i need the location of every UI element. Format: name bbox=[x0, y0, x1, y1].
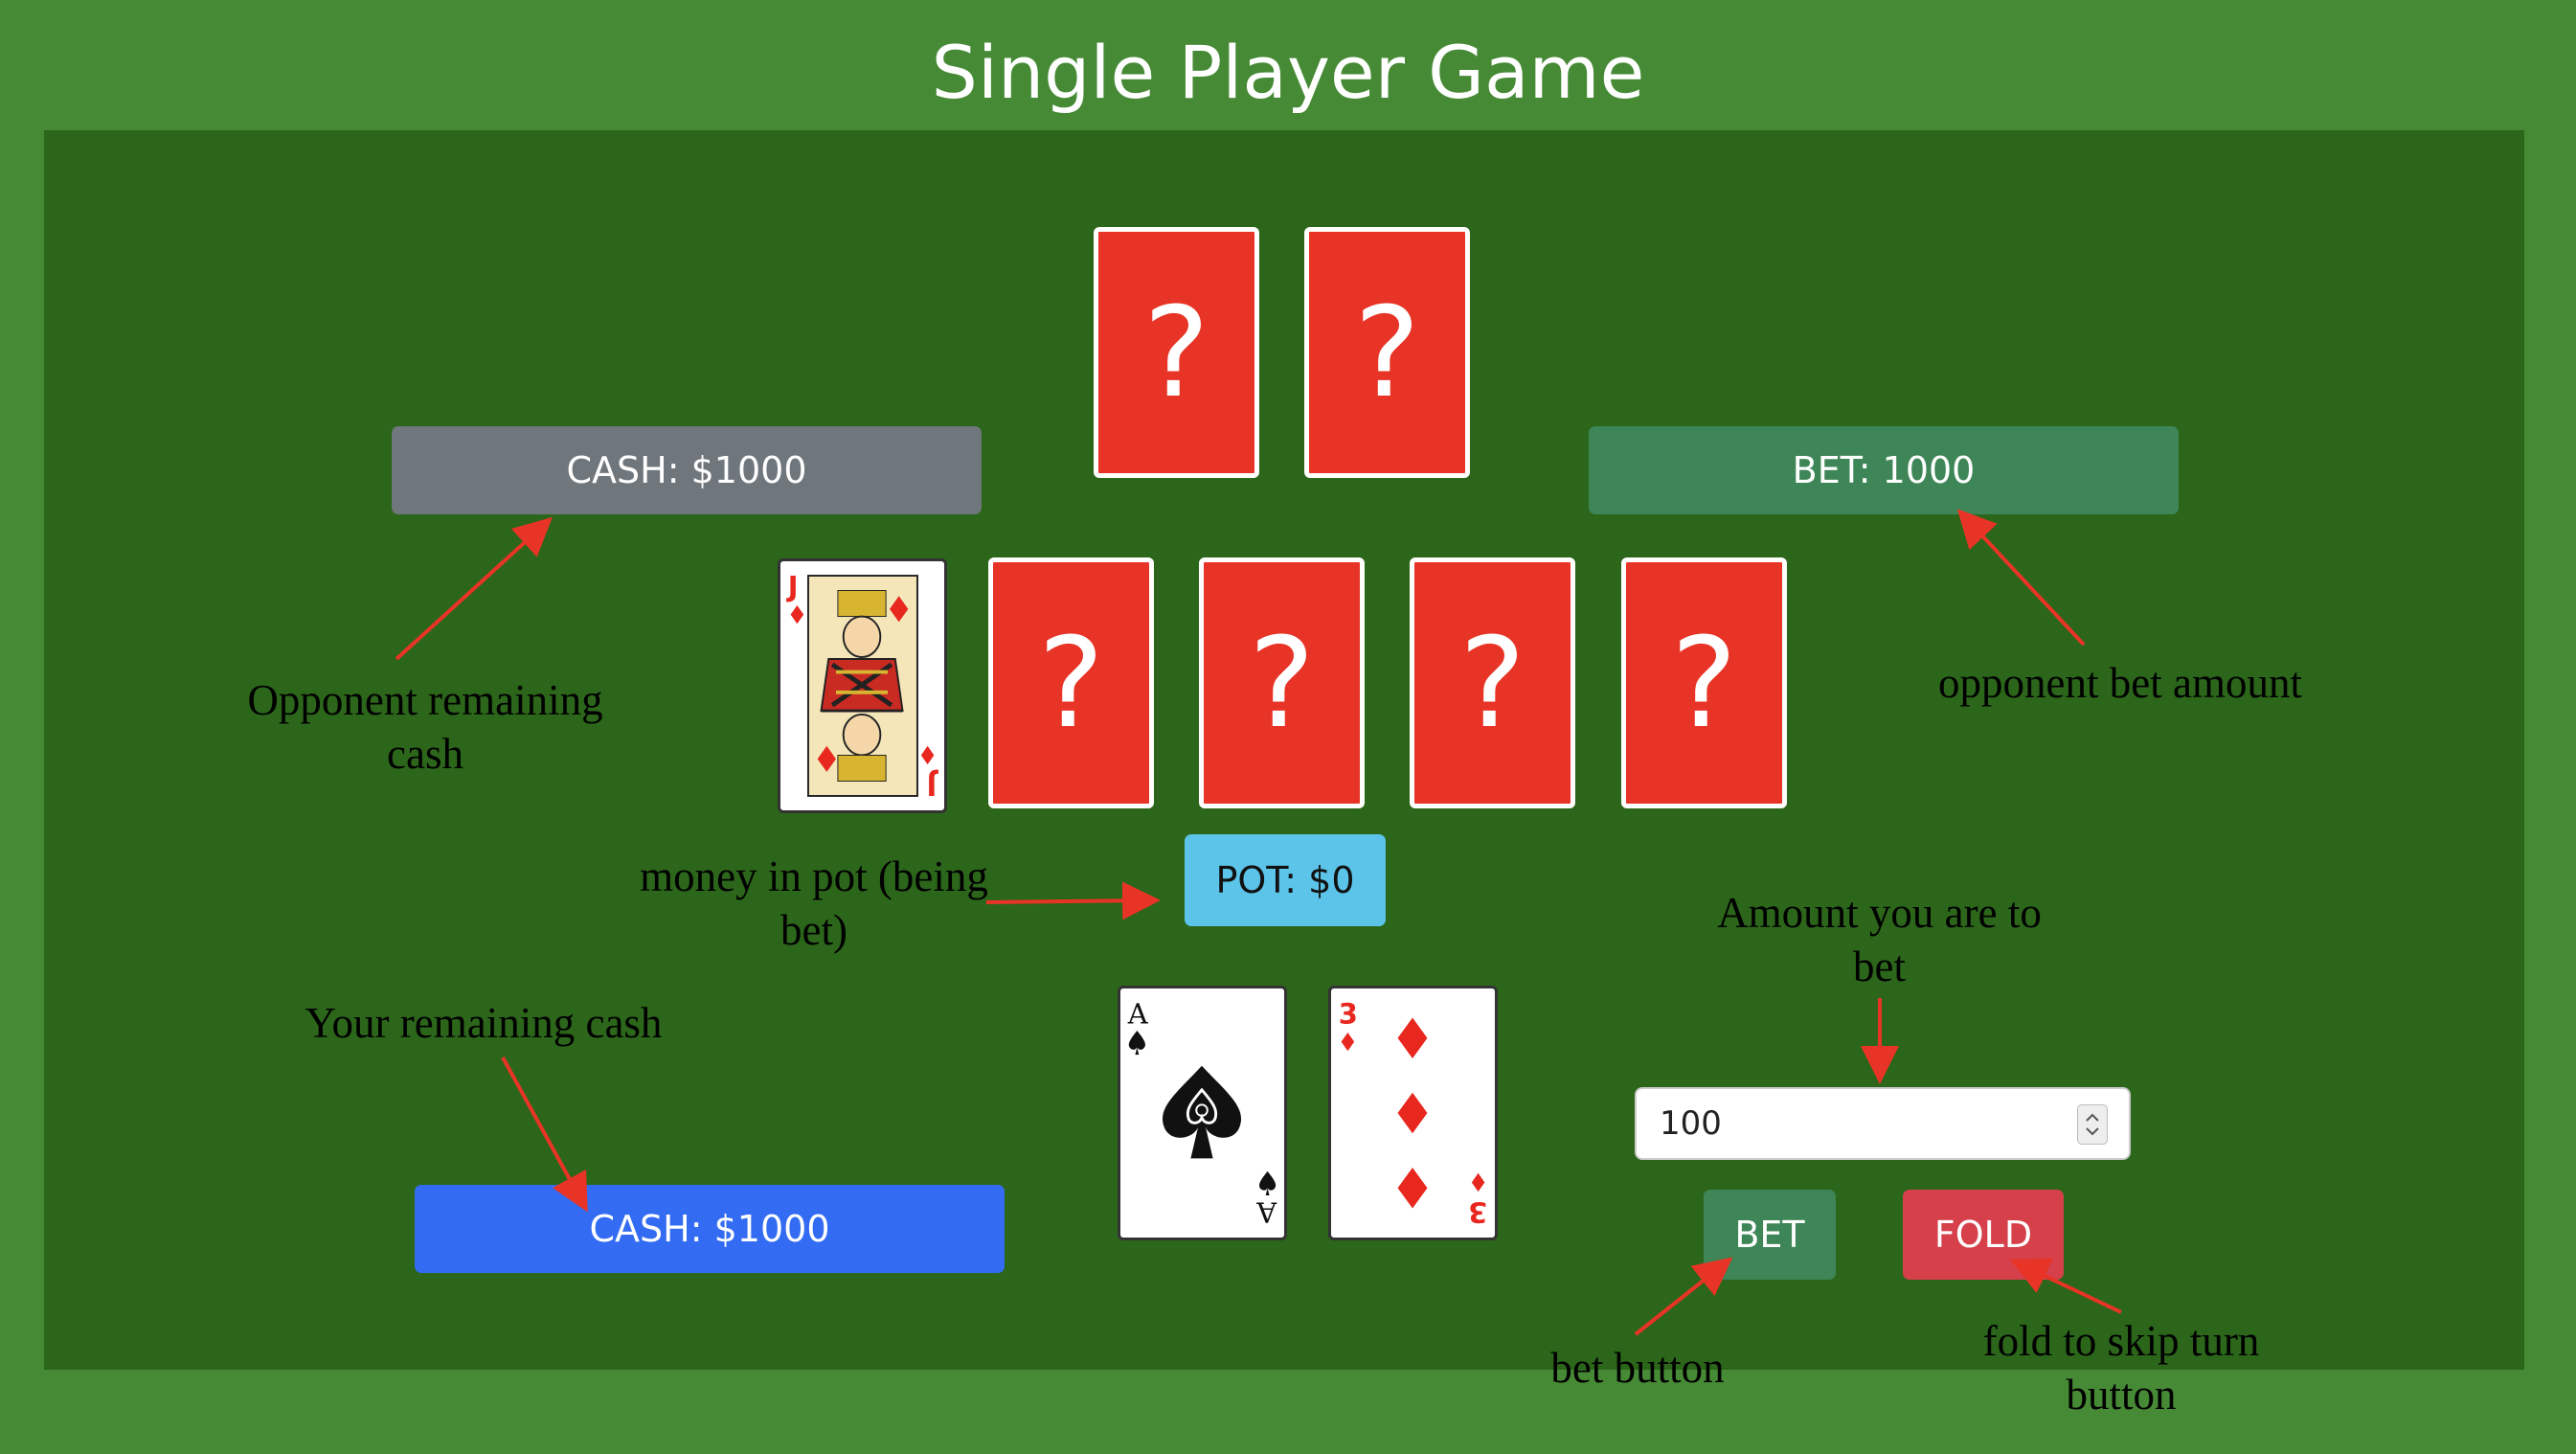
opponent-cash-display: CASH: $1000 bbox=[392, 426, 982, 514]
player-card-ace-spades: A A bbox=[1118, 986, 1287, 1240]
hidden-card-mark: ? bbox=[1354, 280, 1420, 425]
fold-button[interactable]: FOLD bbox=[1903, 1190, 2064, 1280]
opponent-bet-display: BET: 1000 bbox=[1589, 426, 2179, 514]
spade-icon bbox=[1163, 1065, 1242, 1159]
spade-icon bbox=[1128, 1031, 1145, 1056]
ace-of-spades-face: A A bbox=[1127, 997, 1278, 1229]
card-rank: 3 bbox=[1468, 1196, 1487, 1229]
spinner-arrows-icon bbox=[2086, 1113, 2099, 1136]
player-cash-display: CASH: $1000 bbox=[415, 1185, 1005, 1273]
annotation-opponent-cash: Opponent remaining cash bbox=[247, 676, 603, 778]
page-title: Single Player Game bbox=[931, 30, 1645, 115]
spade-icon bbox=[1259, 1170, 1277, 1195]
hidden-card-mark: ? bbox=[1143, 280, 1209, 425]
community-card-3: ? bbox=[1199, 557, 1365, 808]
annotation-bet-amount: Amount you are to bet bbox=[1717, 889, 2042, 990]
pot-display: POT: $0 bbox=[1185, 834, 1386, 926]
bet-button[interactable]: BET bbox=[1704, 1190, 1836, 1280]
annotation-opponent-bet: opponent bet amount bbox=[1938, 659, 2302, 707]
hidden-card-mark: ? bbox=[1249, 610, 1315, 756]
annotation-your-cash: Your remaining cash bbox=[305, 999, 663, 1047]
community-card-2: ? bbox=[988, 557, 1154, 808]
bet-amount-input[interactable]: 100 bbox=[1635, 1087, 2131, 1160]
annotation-fold-button: fold to skip turn button bbox=[1982, 1317, 2260, 1419]
community-card-jack-diamonds: J J bbox=[778, 558, 947, 813]
hidden-card-mark: ? bbox=[1038, 610, 1104, 756]
card-rank: J bbox=[926, 769, 938, 802]
diamond-icon bbox=[1471, 1172, 1485, 1193]
annotation-bet-button: bet button bbox=[1550, 1344, 1725, 1392]
diamond-icon bbox=[1397, 1092, 1428, 1134]
opponent-card-2: ? bbox=[1304, 227, 1470, 478]
card-rank: A bbox=[1255, 1196, 1277, 1229]
diamond-icon bbox=[1341, 1032, 1355, 1052]
hidden-card-mark: ? bbox=[1671, 610, 1737, 756]
community-card-4: ? bbox=[1410, 557, 1575, 808]
hidden-card-mark: ? bbox=[1459, 610, 1525, 756]
opponent-card-1: ? bbox=[1094, 227, 1259, 478]
number-spinner[interactable] bbox=[2077, 1104, 2108, 1145]
card-rank: 3 bbox=[1339, 997, 1358, 1030]
annotation-pot: money in pot (being bet) bbox=[640, 852, 988, 954]
diamond-icon bbox=[790, 604, 804, 625]
diamond-icon bbox=[920, 745, 935, 765]
jack-of-diamonds-face: J J bbox=[786, 570, 939, 802]
player-card-three-diamonds: 3 3 bbox=[1328, 986, 1498, 1240]
card-rank: J bbox=[786, 570, 799, 602]
card-rank: A bbox=[1127, 997, 1149, 1030]
three-of-diamonds-face: 3 3 bbox=[1339, 997, 1488, 1229]
diamond-icon bbox=[1397, 1168, 1428, 1209]
diamond-icon bbox=[1397, 1017, 1428, 1058]
community-card-5: ? bbox=[1621, 557, 1787, 808]
bet-amount-value: 100 bbox=[1660, 1104, 1722, 1143]
